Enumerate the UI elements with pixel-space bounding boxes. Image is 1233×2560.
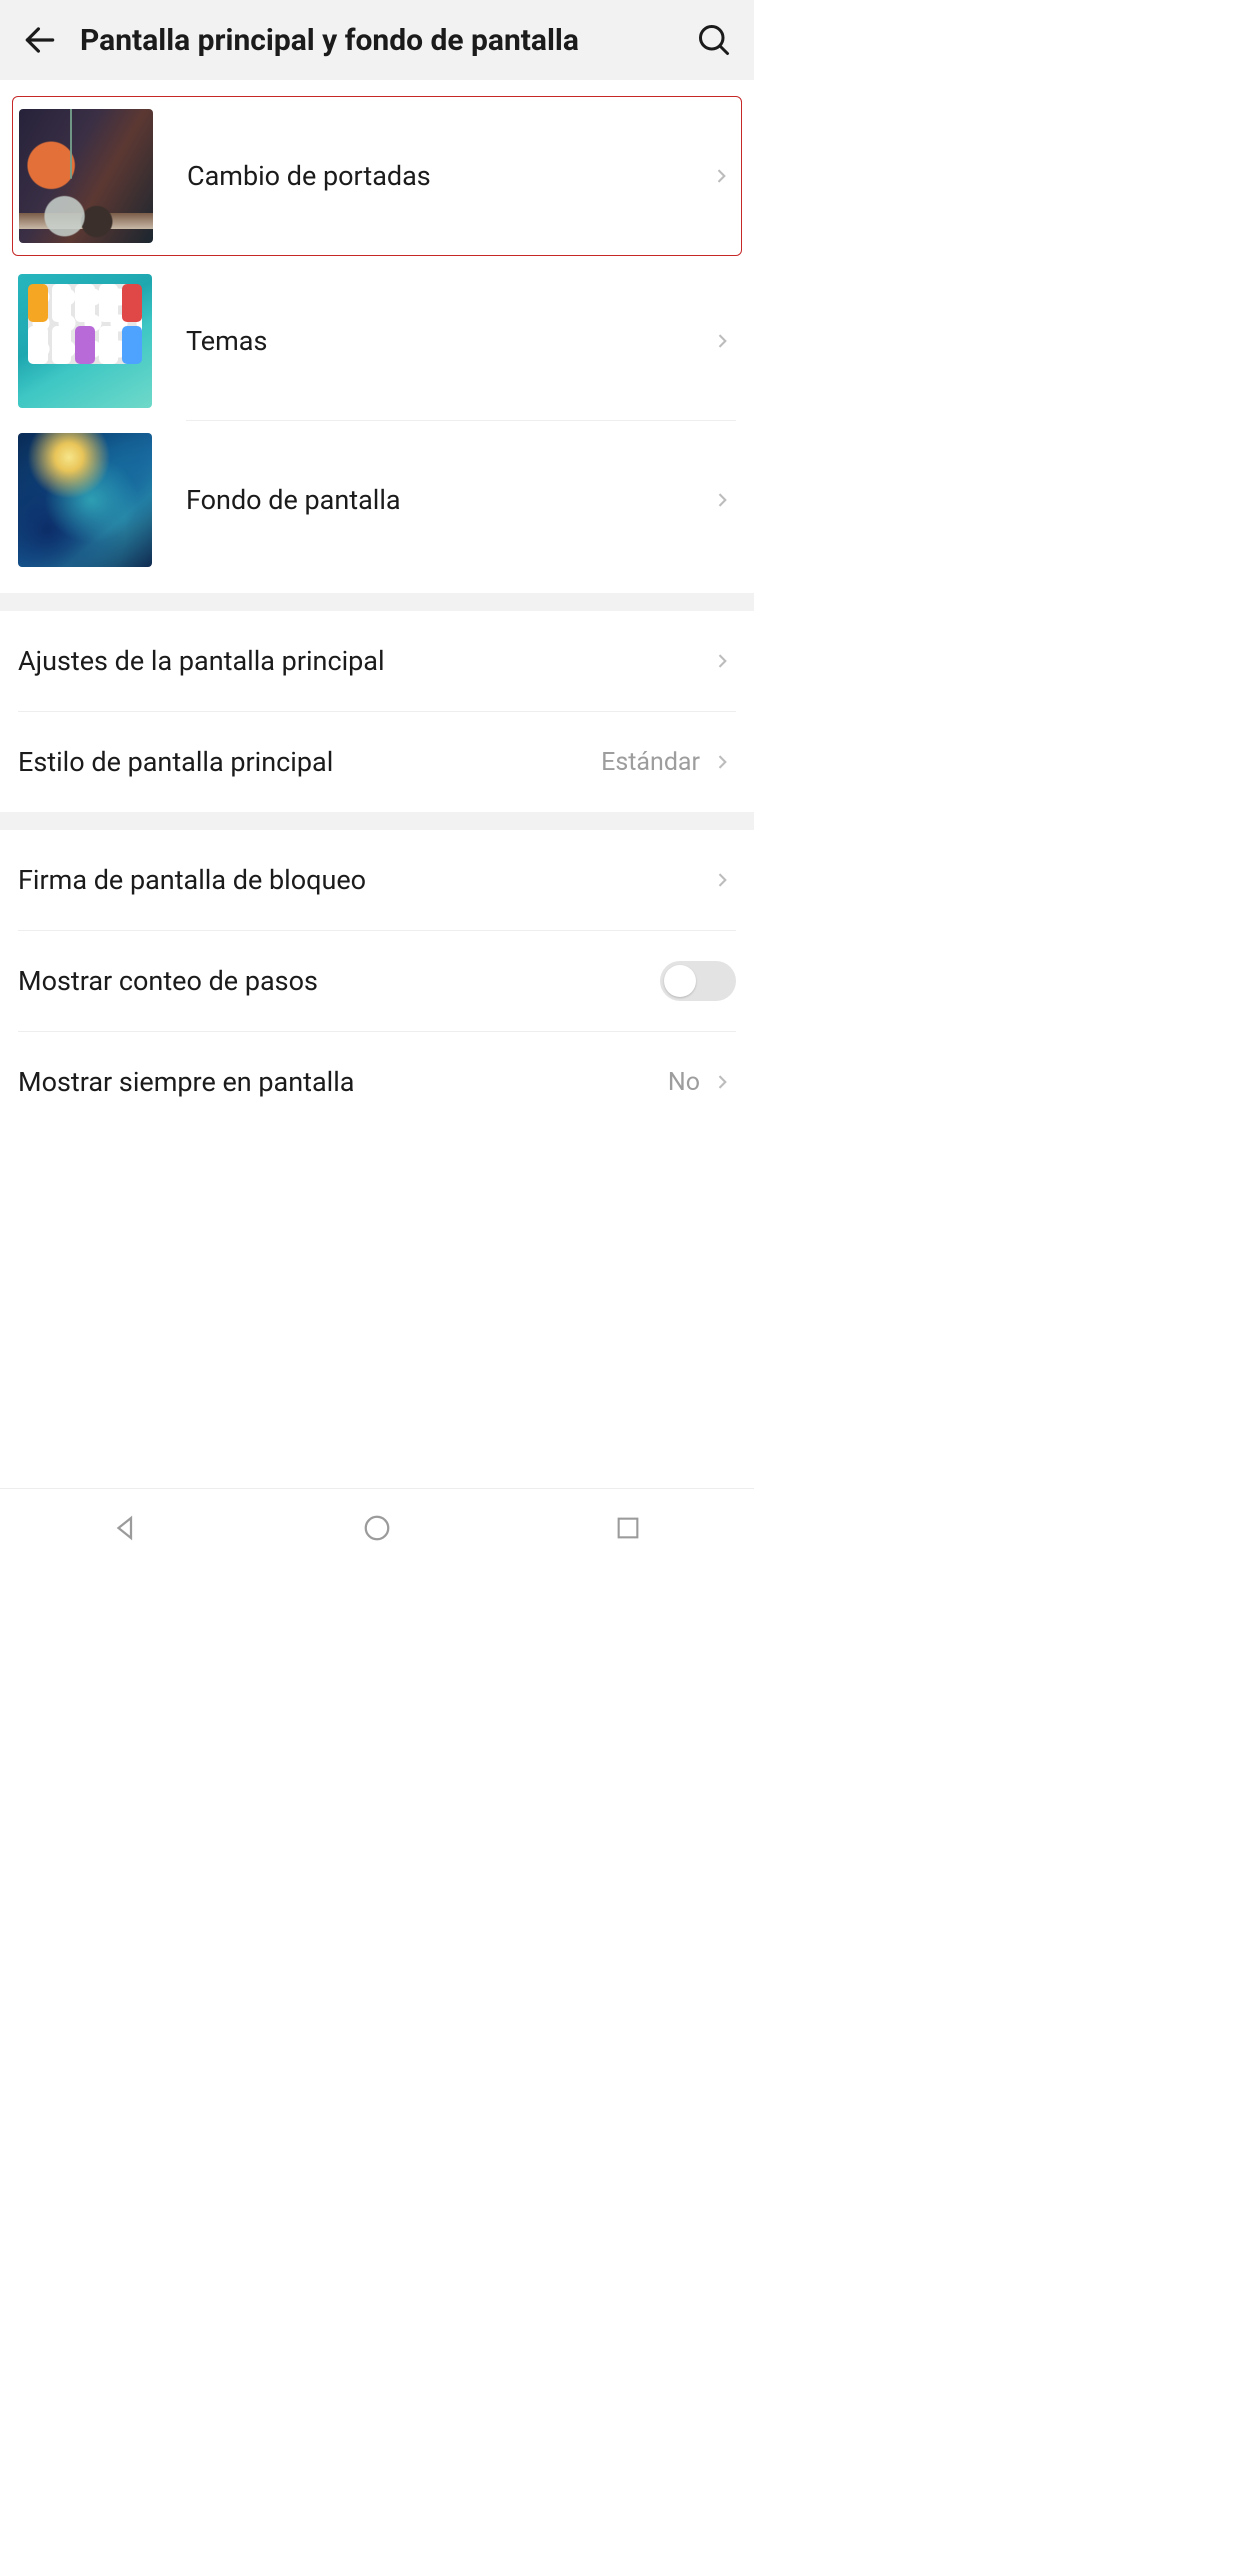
chevron-right-icon bbox=[708, 748, 736, 776]
row-themes[interactable]: Temas bbox=[18, 262, 736, 420]
section-gap bbox=[0, 593, 754, 611]
row-label: Temas bbox=[186, 325, 708, 357]
row-home-settings[interactable]: Ajustes de la pantalla principal bbox=[18, 611, 736, 711]
row-label: Fondo de pantalla bbox=[186, 484, 708, 516]
section-gap bbox=[0, 812, 754, 830]
appearance-group: Cambio de portadas Temas Fondo de pantal… bbox=[0, 80, 754, 593]
row-label: Mostrar conteo de pasos bbox=[18, 965, 660, 997]
settings-header: Pantalla principal y fondo de pantalla bbox=[0, 0, 754, 80]
nav-home-button[interactable] bbox=[355, 1506, 399, 1550]
row-lock-signature[interactable]: Firma de pantalla de bloqueo bbox=[18, 830, 736, 930]
row-label: Cambio de portadas bbox=[187, 160, 707, 192]
row-magazine-unlock[interactable]: Cambio de portadas bbox=[12, 96, 742, 256]
chevron-right-icon bbox=[708, 486, 736, 514]
chevron-right-icon bbox=[708, 647, 736, 675]
row-wallpaper[interactable]: Fondo de pantalla bbox=[18, 421, 736, 579]
chevron-right-icon bbox=[708, 1068, 736, 1096]
search-button[interactable] bbox=[692, 18, 736, 62]
triangle-back-icon bbox=[111, 1513, 141, 1543]
circle-home-icon bbox=[362, 1513, 392, 1543]
chevron-right-icon bbox=[708, 866, 736, 894]
chevron-right-icon bbox=[708, 327, 736, 355]
page-title: Pantalla principal y fondo de pantalla bbox=[62, 23, 692, 58]
system-nav-bar bbox=[0, 1488, 754, 1566]
row-label: Firma de pantalla de bloqueo bbox=[18, 864, 708, 896]
magazine-unlock-thumbnail bbox=[19, 109, 153, 243]
nav-recents-button[interactable] bbox=[606, 1506, 650, 1550]
row-home-style[interactable]: Estilo de pantalla principal Estándar bbox=[18, 712, 736, 812]
back-button[interactable] bbox=[18, 18, 62, 62]
homescreen-group: Ajustes de la pantalla principal Estilo … bbox=[0, 611, 754, 812]
search-icon bbox=[696, 22, 732, 58]
lockscreen-group: Firma de pantalla de bloqueo Mostrar con… bbox=[0, 830, 754, 1132]
row-value: No bbox=[668, 1068, 700, 1097]
themes-thumbnail bbox=[18, 274, 152, 408]
row-value: Estándar bbox=[601, 748, 700, 777]
row-label: Mostrar siempre en pantalla bbox=[18, 1066, 668, 1098]
square-recents-icon bbox=[614, 1514, 642, 1542]
row-label: Estilo de pantalla principal bbox=[18, 746, 601, 778]
row-step-count: Mostrar conteo de pasos bbox=[18, 931, 736, 1031]
row-always-on-display[interactable]: Mostrar siempre en pantalla No bbox=[18, 1032, 736, 1132]
row-label: Ajustes de la pantalla principal bbox=[18, 645, 708, 677]
step-count-toggle[interactable] bbox=[660, 961, 736, 1001]
wallpaper-thumbnail bbox=[18, 433, 152, 567]
blank-area bbox=[0, 1132, 754, 1488]
nav-back-button[interactable] bbox=[104, 1506, 148, 1550]
chevron-right-icon bbox=[707, 162, 735, 190]
arrow-left-icon bbox=[21, 21, 59, 59]
